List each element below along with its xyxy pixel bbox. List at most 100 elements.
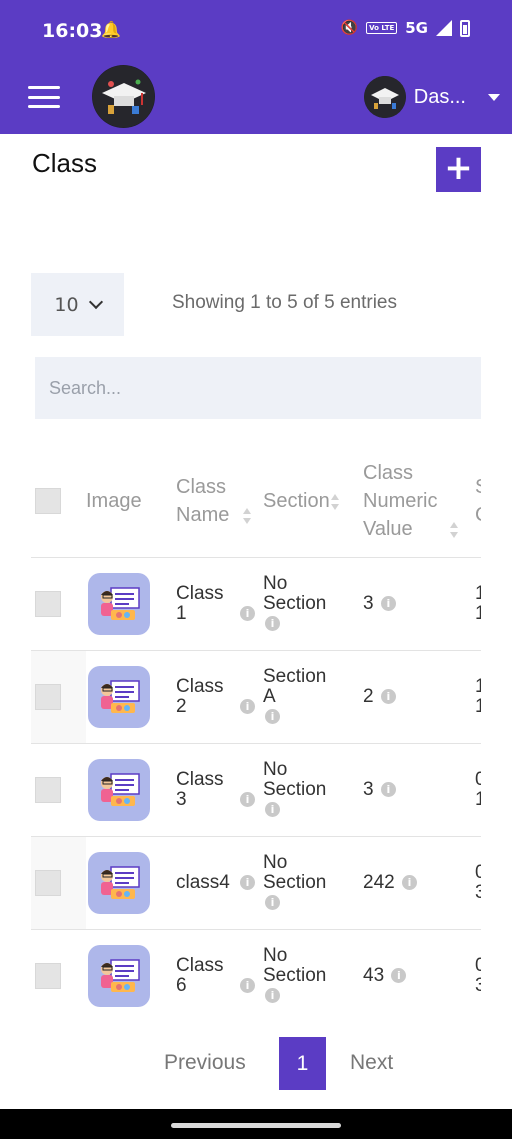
page-1-button[interactable]: 1 [279, 1037, 326, 1090]
row-checkbox[interactable] [35, 776, 61, 803]
row-checkbox[interactable] [35, 869, 61, 896]
info-icon[interactable]: i [265, 987, 280, 1003]
next-page-button[interactable]: Next [350, 1051, 393, 1075]
row-class-name-cell: Class 6 i [176, 929, 263, 1021]
section-name: Section A [263, 665, 327, 707]
school-logo[interactable] [92, 65, 155, 128]
user-menu[interactable]: Das... [363, 76, 500, 118]
class-name: class4 [176, 871, 230, 893]
row-extra-cell: 1 1 [475, 557, 481, 651]
info-icon[interactable]: i [380, 595, 396, 611]
row-checkbox[interactable] [35, 962, 61, 989]
column-header-extra[interactable]: S C [475, 446, 481, 558]
home-gesture-bar[interactable] [171, 1123, 341, 1128]
table-row[interactable]: Class 1iNo Sectioni3 i1 1 [31, 557, 481, 651]
row-image-cell [86, 650, 176, 744]
page-title: Class [32, 148, 98, 178]
column-header-class-numeric-value[interactable]: Class Numeric Value [363, 446, 475, 558]
section-name: No Section [263, 851, 327, 893]
user-name: Das... [413, 85, 466, 108]
row-image-cell [86, 557, 176, 651]
table-row[interactable]: Class 2iSection Ai2 i1 1 [31, 650, 481, 744]
class-image [88, 665, 150, 728]
class-image [88, 572, 150, 635]
row-section-cell: Section Ai [263, 650, 363, 744]
previous-page-button[interactable]: Previous [164, 1051, 246, 1075]
row-select-cell [31, 929, 86, 1021]
row-select-cell [31, 557, 86, 651]
row-numeric-cell: 242 i [363, 836, 475, 930]
menu-icon[interactable] [28, 86, 60, 108]
add-class-button[interactable]: + [436, 147, 481, 192]
table-header-row: Image Class Name Section Class Numeric V… [31, 446, 481, 558]
system-nav-bar [0, 1109, 512, 1139]
info-icon[interactable]: i [265, 894, 280, 910]
column-header-image: Image [86, 446, 176, 558]
row-numeric-cell: 3 i [363, 557, 475, 651]
row-section-cell: No Section i [263, 929, 363, 1021]
signal-icon [436, 20, 452, 36]
row-extra-cell: 0 3 [475, 929, 481, 1021]
select-all-checkbox[interactable] [35, 488, 61, 515]
table-row[interactable]: class4iNo Sectioni242 i0 3 [31, 836, 481, 930]
row-select-cell [31, 743, 86, 837]
row-section-cell: No Section i [263, 557, 363, 651]
info-icon[interactable]: i [265, 708, 280, 724]
class-numeric-value: 242 [363, 871, 395, 893]
row-select-cell [31, 650, 86, 744]
section-name: No Section [263, 944, 327, 986]
volte-icon: Vo LTE [366, 22, 398, 34]
info-icon[interactable]: i [401, 874, 417, 890]
row-class-name-cell: Class 1 i [176, 557, 263, 651]
page-length-value: 10 [54, 293, 79, 316]
info-icon[interactable]: i [380, 688, 396, 704]
info-icon[interactable]: i [240, 977, 255, 993]
extra-value: 0 3 [475, 862, 481, 903]
sort-icon [243, 507, 251, 525]
row-extra-cell: 0 3 [475, 836, 481, 930]
chevron-down-icon [488, 93, 500, 101]
class-image [88, 758, 150, 821]
row-extra-cell: 1 1 [475, 650, 481, 744]
search-input[interactable] [35, 357, 481, 419]
battery-icon [460, 19, 470, 37]
info-icon[interactable]: i [265, 801, 280, 817]
row-section-cell: No Section i [263, 743, 363, 837]
avatar [363, 76, 406, 118]
column-header-section[interactable]: Section [263, 446, 363, 558]
row-checkbox[interactable] [35, 683, 61, 710]
info-icon[interactable]: i [391, 967, 407, 983]
row-class-name-cell: Class 3 i [176, 743, 263, 837]
info-icon[interactable]: i [240, 874, 255, 890]
sort-icon [330, 493, 339, 511]
status-icons: 🔇 Vo LTE 5G [341, 19, 470, 37]
class-name: Class 1 [176, 582, 224, 624]
table-row[interactable]: Class 6iNo Sectioni43 i0 3 [31, 929, 481, 1021]
table-row[interactable]: Class 3iNo Sectioni3 i0 1 [31, 743, 481, 837]
class-numeric-value: 43 [363, 964, 385, 986]
app-bar: Das... [0, 60, 512, 134]
info-icon[interactable]: i [380, 781, 396, 797]
section-name: No Section [263, 572, 327, 614]
section-name: No Section [263, 758, 327, 800]
notification-bell-icon: 🔔 [101, 20, 121, 39]
info-icon[interactable]: i [265, 615, 280, 631]
class-numeric-value: 2 [363, 685, 374, 707]
network-type: 5G [405, 19, 428, 37]
class-numeric-value: 3 [363, 592, 374, 614]
class-table-wrapper[interactable]: Image Class Name Section Class Numeric V… [31, 446, 481, 1021]
row-image-cell [86, 836, 176, 930]
row-checkbox[interactable] [35, 590, 61, 617]
page-length-select[interactable]: 10 [31, 273, 124, 336]
row-class-name-cell: class4 i [176, 836, 263, 930]
info-icon[interactable]: i [240, 605, 255, 621]
row-class-name-cell: Class 2 i [176, 650, 263, 744]
column-header-class-name[interactable]: Class Name [176, 446, 263, 558]
extra-value: 1 1 [475, 583, 481, 624]
info-icon[interactable]: i [240, 698, 255, 714]
class-numeric-value: 3 [363, 778, 374, 800]
class-table: Image Class Name Section Class Numeric V… [31, 446, 481, 1021]
info-icon[interactable]: i [240, 791, 255, 807]
row-section-cell: No Section i [263, 836, 363, 930]
class-image [88, 851, 150, 914]
